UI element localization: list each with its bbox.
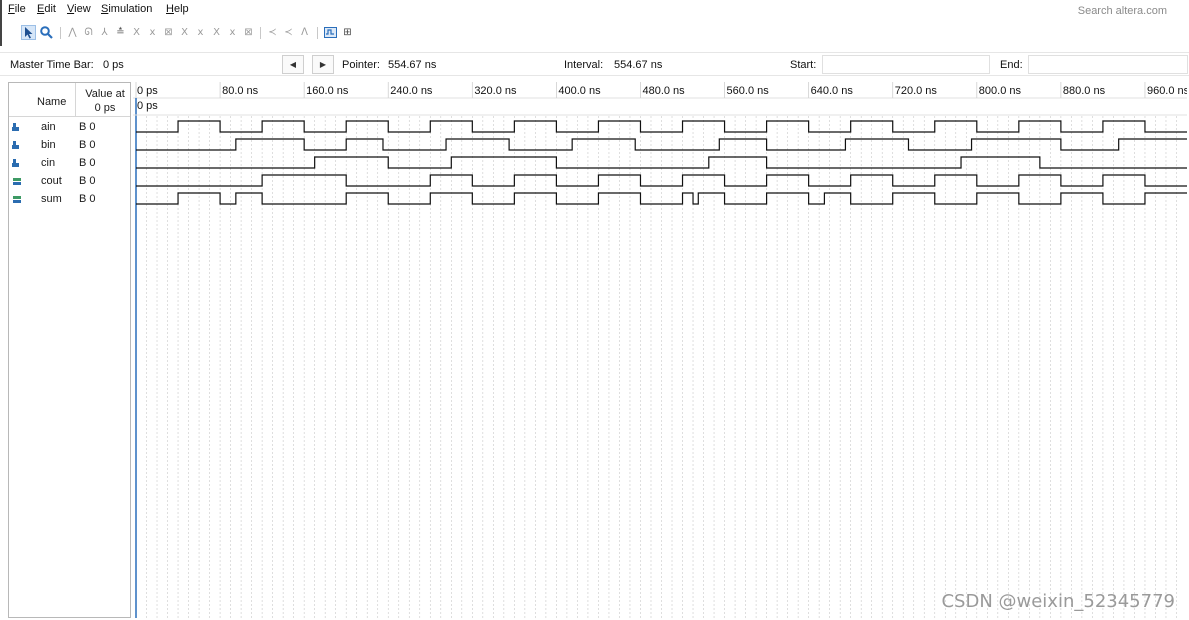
waveform-cin xyxy=(136,156,1187,169)
waveform-ain xyxy=(136,120,1187,133)
functional-sim-icon[interactable] xyxy=(323,25,338,40)
interval-field[interactable]: 554.67 ns xyxy=(609,55,779,74)
signal-name: cout xyxy=(41,175,62,187)
start-label: Start: xyxy=(790,59,817,71)
signal-row-cin[interactable]: cin B 0 xyxy=(9,155,130,172)
weak-high-icon[interactable]: Ⅹ xyxy=(209,25,224,40)
selection-tool-icon[interactable] xyxy=(21,25,36,40)
count-value-icon[interactable]: ⅹ xyxy=(145,25,160,40)
forcing-low-icon[interactable]: ⅄ xyxy=(97,25,112,40)
signal-value: B 0 xyxy=(79,193,96,205)
dont-care-icon[interactable]: ≺ xyxy=(265,25,280,40)
menu-simulation-label: imulation xyxy=(108,3,153,15)
time-tick-label: 480.0 ns xyxy=(642,85,685,97)
signal-list-header: Name Value at 0 ps xyxy=(9,83,130,117)
input-pin-icon xyxy=(12,140,22,150)
time-bar: Master Time Bar: 0 ps ◀ ▶ Pointer: 554.6… xyxy=(0,52,1189,76)
input-pin-icon xyxy=(12,158,22,168)
time-tick-label: 880.0 ns xyxy=(1063,85,1106,97)
signal-name: cin xyxy=(41,157,56,169)
toolbar-separator xyxy=(260,27,261,39)
menu-file[interactable]: File xyxy=(8,3,26,15)
output-pin-icon xyxy=(12,176,22,186)
watermark: CSDN @weixin_52345779 xyxy=(941,591,1175,612)
menu-bar: File Edit View Simulation Help Search al… xyxy=(0,0,1189,20)
menu-simulation[interactable]: Simulation xyxy=(101,3,152,15)
menu-edit-label: dit xyxy=(44,3,56,15)
signal-name: bin xyxy=(41,139,56,151)
menu-view[interactable]: View xyxy=(67,3,91,15)
signal-value: B 0 xyxy=(79,139,96,151)
time-tick-label: 720.0 ns xyxy=(895,85,938,97)
signal-value: B 0 xyxy=(79,157,96,169)
menu-file-label: ile xyxy=(14,3,26,15)
signal-row-ain[interactable]: ain B 0 xyxy=(9,119,130,136)
forcing-high-icon[interactable]: ≛ xyxy=(113,25,128,40)
node-tool-icon[interactable]: ⋀ xyxy=(65,25,80,40)
previous-transition-button[interactable]: ◀ xyxy=(282,55,304,74)
output-pin-icon xyxy=(12,194,22,204)
time-tick-label: 240.0 ns xyxy=(390,85,433,97)
menu-help-mnemonic: H xyxy=(166,3,174,15)
triangle-right-icon: ▶ xyxy=(319,60,327,69)
menu-help-label: elp xyxy=(173,3,189,15)
snap-icon[interactable]: ≺ xyxy=(281,25,296,40)
master-time-bar-field[interactable]: 0 ps xyxy=(98,55,274,74)
master-time-bar-label: Master Time Bar: xyxy=(10,59,94,71)
menu-edit[interactable]: Edit xyxy=(37,3,56,15)
master-time-bar-marker-label: 0 ps xyxy=(137,100,158,112)
zoom-tool-icon[interactable] xyxy=(39,25,54,40)
signal-row-bin[interactable]: bin B 0 xyxy=(9,137,130,154)
signal-value: B 0 xyxy=(79,121,96,133)
menu-help[interactable]: Help xyxy=(166,3,189,15)
waveform-tool-icon[interactable]: ᘏ xyxy=(81,25,96,40)
end-label: End: xyxy=(1000,59,1023,71)
value-column-header-line2: 0 ps xyxy=(94,102,116,114)
pointer-field[interactable]: 554.67 ns xyxy=(383,55,553,74)
high-impedance-icon[interactable]: ⊠ xyxy=(241,25,256,40)
grid-icon[interactable]: ᐱ xyxy=(297,25,312,40)
input-pin-icon xyxy=(12,122,22,132)
toolbar-separator xyxy=(317,27,318,39)
time-tick-label: 800.0 ns xyxy=(979,85,1022,97)
value-column-header[interactable]: Value at 0 ps xyxy=(79,87,131,115)
weak-low-icon[interactable]: ⅹ xyxy=(193,25,208,40)
toolbar-separator xyxy=(60,27,61,39)
signal-name: ain xyxy=(41,121,56,133)
time-tick-label: 400.0 ns xyxy=(558,85,601,97)
random-value-icon[interactable]: ⊠ xyxy=(161,25,176,40)
waveform-sum xyxy=(136,192,1187,205)
menu-view-label: iew xyxy=(74,3,91,15)
invert-value-icon[interactable]: Ⅹ xyxy=(177,25,192,40)
time-tick-label: 640.0 ns xyxy=(811,85,854,97)
pointer-label: Pointer: xyxy=(342,59,380,71)
menu-file-mnemonic: F xyxy=(8,3,15,15)
signal-row-sum[interactable]: sum B 0 xyxy=(9,191,130,208)
signal-name: sum xyxy=(41,193,62,205)
time-tick-label: 560.0 ns xyxy=(727,85,770,97)
waveform-canvas[interactable]: 0 ps 80.0 ns 160.0 ns 240.0 ns 320.0 ns 400.0… xyxy=(133,82,1187,618)
time-tick-label: 320.0 ns xyxy=(474,85,517,97)
signal-list-panel: Name Value at 0 ps ain B 0 bin B 0 cin B 0 cout… xyxy=(8,82,131,618)
time-tick-label: 960.0 ns xyxy=(1147,85,1187,97)
toolbar: ⋀ ᘏ ⅄ ≛ Ⅹ ⅹ ⊠ Ⅹ ⅹ Ⅹ ⅹ ⊠ ≺ ≺ ᐱ ⊞ xyxy=(0,20,1189,46)
end-field[interactable] xyxy=(1028,55,1188,74)
unknown-value-icon[interactable]: ⅹ xyxy=(225,25,240,40)
signal-value: B 0 xyxy=(79,175,96,187)
triangle-left-icon: ◀ xyxy=(289,60,297,69)
name-column-header[interactable]: Name xyxy=(37,96,66,108)
start-field[interactable] xyxy=(822,55,990,74)
signal-row-cout[interactable]: cout B 0 xyxy=(9,173,130,190)
time-tick-label: 160.0 ns xyxy=(306,85,349,97)
column-divider[interactable] xyxy=(75,83,76,117)
timing-sim-icon[interactable]: ⊞ xyxy=(340,25,355,40)
clock-value-icon[interactable]: Ⅹ xyxy=(129,25,144,40)
next-transition-button[interactable]: ▶ xyxy=(312,55,334,74)
search-input[interactable]: Search altera.com xyxy=(1078,5,1167,17)
value-column-header-line1: Value at xyxy=(85,88,125,100)
time-tick-label: 0 ps xyxy=(137,85,158,97)
time-tick-label: 80.0 ns xyxy=(222,85,259,97)
interval-label: Interval: xyxy=(564,59,604,71)
